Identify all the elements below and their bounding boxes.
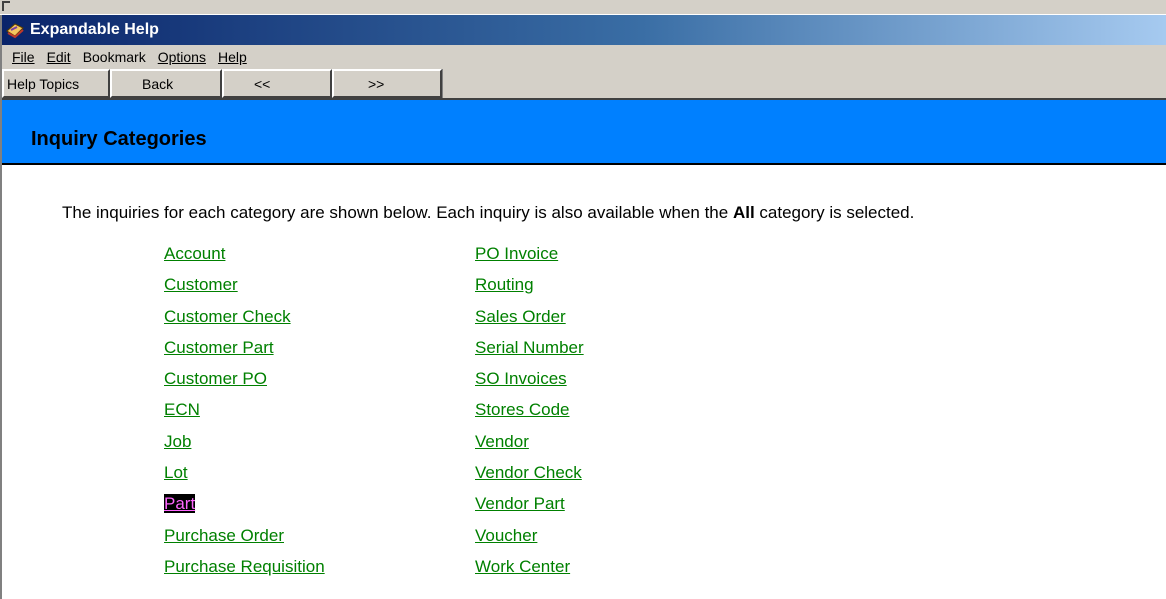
list-item: SO Invoices <box>475 363 584 394</box>
link-routing[interactable]: Routing <box>475 275 534 294</box>
link-account[interactable]: Account <box>164 244 225 263</box>
menu-bookmark[interactable]: Bookmark <box>77 49 152 65</box>
menu-options-label: Options <box>157 49 206 65</box>
link-work-center[interactable]: Work Center <box>475 557 570 576</box>
link-job[interactable]: Job <box>164 432 191 451</box>
topic-header: Inquiry Categories <box>2 100 1166 165</box>
list-item: Sales Order <box>475 301 584 332</box>
intro-text-bold: All <box>732 203 755 222</box>
link-customer-check[interactable]: Customer Check <box>164 307 291 326</box>
page-title: Inquiry Categories <box>31 128 207 150</box>
link-stores-code[interactable]: Stores Code <box>475 400 570 419</box>
menu-help-label: Help <box>217 49 247 65</box>
list-item: Voucher <box>475 520 584 551</box>
menu-options[interactable]: Options <box>152 49 212 65</box>
link-so-invoices[interactable]: SO Invoices <box>475 369 567 388</box>
menu-bookmark-label: Bookmark <box>82 49 146 65</box>
link-voucher[interactable]: Voucher <box>475 526 537 545</box>
list-item: Stores Code <box>475 394 584 425</box>
list-item: Customer PO <box>164 363 325 394</box>
list-item: Vendor Part <box>475 488 584 519</box>
menu-edit[interactable]: Edit <box>41 49 77 65</box>
link-customer[interactable]: Customer <box>164 275 238 294</box>
list-item: Customer Check <box>164 301 325 332</box>
link-vendor[interactable]: Vendor <box>475 432 529 451</box>
previous-topic-button[interactable]: << <box>222 69 332 98</box>
link-purchase-order[interactable]: Purchase Order <box>164 526 284 545</box>
list-item: Job <box>164 426 325 457</box>
title-bar[interactable]: Expandable Help <box>2 15 1166 45</box>
help-topics-button[interactable]: Help Topics <box>2 69 110 98</box>
category-list-left: Account Customer Customer Check Customer… <box>164 238 325 582</box>
list-item: Part <box>164 488 325 519</box>
help-book-icon <box>5 20 25 40</box>
link-vendor-part[interactable]: Vendor Part <box>475 494 565 513</box>
list-item: Purchase Requisition <box>164 551 325 582</box>
link-lot[interactable]: Lot <box>164 463 188 482</box>
menu-bar: File Edit Bookmark Options Help <box>2 45 1166 69</box>
corner-mark <box>2 1 10 11</box>
menu-help[interactable]: Help <box>212 49 253 65</box>
link-customer-part[interactable]: Customer Part <box>164 338 274 357</box>
link-sales-order[interactable]: Sales Order <box>475 307 566 326</box>
next-topic-button[interactable]: >> <box>332 69 442 98</box>
menu-edit-label: Edit <box>46 49 71 65</box>
link-ecn[interactable]: ECN <box>164 400 200 419</box>
list-item: Lot <box>164 457 325 488</box>
list-item: Customer <box>164 269 325 300</box>
list-item: Routing <box>475 269 584 300</box>
intro-text-end: category is selected. <box>754 203 915 222</box>
list-item: ECN <box>164 394 325 425</box>
list-item: Serial Number <box>475 332 584 363</box>
intro-text: The inquiries for each category are show… <box>62 203 914 223</box>
intro-text-start: The inquiries for each category are show… <box>62 203 733 222</box>
toolbar-empty-area <box>442 69 1166 98</box>
list-item: Vendor <box>475 426 584 457</box>
menu-file-label: File <box>12 49 35 65</box>
link-part[interactable]: Part <box>164 494 196 514</box>
window-title: Expandable Help <box>30 21 159 38</box>
link-purchase-requisition[interactable]: Purchase Requisition <box>164 557 325 576</box>
list-item: PO Invoice <box>475 238 584 269</box>
link-serial-number[interactable]: Serial Number <box>475 338 584 357</box>
list-item: Customer Part <box>164 332 325 363</box>
link-po-invoice[interactable]: PO Invoice <box>475 244 558 263</box>
menu-file[interactable]: File <box>6 49 41 65</box>
list-item: Work Center <box>475 551 584 582</box>
category-list-right: PO Invoice Routing Sales Order Serial Nu… <box>475 238 584 582</box>
link-vendor-check[interactable]: Vendor Check <box>475 463 582 482</box>
list-item: Vendor Check <box>475 457 584 488</box>
toolbar: Help Topics Back << >> <box>2 69 1166 100</box>
list-item: Purchase Order <box>164 520 325 551</box>
top-strip <box>0 0 1166 15</box>
back-button[interactable]: Back <box>110 69 222 98</box>
link-customer-po[interactable]: Customer PO <box>164 369 267 388</box>
list-item: Account <box>164 238 325 269</box>
